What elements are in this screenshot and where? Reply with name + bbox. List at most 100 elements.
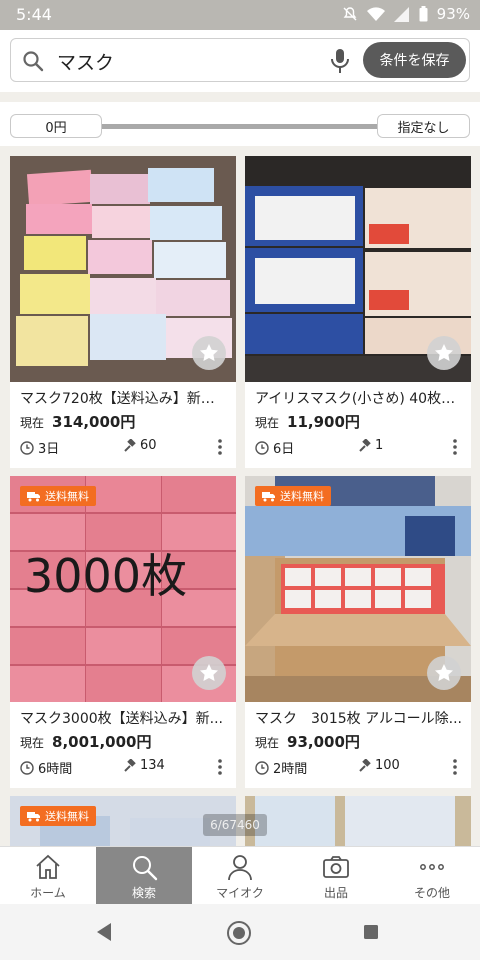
listing-card[interactable]: アイリスマスク(小さめ) 40枚二... 現在 11,900円 6日 1 [245,156,471,468]
listing-price: 現在 93,000円 [255,731,360,752]
bid-count: 134 [140,758,165,773]
save-conditions-button[interactable]: 条件を保存 [363,42,466,78]
truck-icon [27,811,40,821]
price-prefix: 現在 [255,736,280,750]
bid-count: 60 [140,438,157,453]
more-vertical-icon[interactable] [214,438,226,456]
nav-search[interactable]: 検索 [96,847,192,905]
image-counter: 6/67460 [203,814,267,836]
badge-label: 送料無料 [280,490,324,503]
gavel-icon [359,758,371,772]
listing-price: 現在 8,001,000円 [20,731,151,752]
bottom-nav: ホーム 検索 マイオク 出品 その他 [0,846,480,905]
badge-label: 送料無料 [45,810,89,823]
nav-label: その他 [413,886,450,900]
divider [0,92,480,102]
system-nav-bar [0,904,480,960]
microphone-icon[interactable] [329,48,351,74]
nav-label: 検索 [131,886,156,900]
star-icon [200,344,218,361]
time-left: 3日 [38,442,60,457]
more-vertical-icon[interactable] [449,758,461,776]
clock-icon [255,440,269,455]
time-left: 6時間 [38,762,73,777]
free-shipping-badge: 送料無料 [20,806,96,826]
battery-percent: 93% [436,5,470,23]
signal-icon [393,6,409,22]
listing-meta: 2時間 100 [255,758,461,777]
listing-card[interactable]: 3000枚 送料無料 マスク3000枚【送料込み】新... 現在 8,001,0… [10,476,236,788]
bid-count: 1 [375,438,384,453]
search-icon [23,51,44,72]
price-prefix: 現在 [255,416,280,430]
price-amount: 93,000円 [287,733,360,751]
watch-star-button[interactable] [427,336,461,370]
status-time: 5:44 [16,5,52,24]
listing-title[interactable]: マスク720枚【送料込み】新品... [20,388,228,408]
listing-meta: 3日 60 [20,438,226,457]
more-vertical-icon[interactable] [449,438,461,456]
more-dots-icon [420,864,444,870]
listing-title[interactable]: マスク 3015枚 アルコール除... [255,708,463,728]
nav-label: マイオク [216,886,264,900]
time-left: 6日 [273,442,295,457]
home-circle-icon[interactable] [226,920,252,946]
price-prefix: 現在 [20,736,45,750]
price-filter: 0円 指定なし [0,102,480,146]
wifi-icon [366,6,385,21]
search-query[interactable]: マスク [57,48,114,75]
listing-card[interactable]: マスク720枚【送料込み】新品... 現在 314,000円 3日 60 [10,156,236,468]
person-icon [228,855,252,881]
price-amount: 11,900円 [287,413,360,431]
clock-icon [20,760,34,775]
listing-card[interactable]: 送料無料 マスク 3015枚 アルコール除... 現在 93,000円 2時間 … [245,476,471,788]
listing-image[interactable] [245,796,471,846]
price-slider-track[interactable] [102,124,377,129]
free-shipping-badge: 送料無料 [20,486,96,506]
bid-count: 100 [375,758,400,773]
star-icon [200,664,218,681]
back-icon[interactable] [95,922,113,942]
listing-meta: 6時間 134 [20,758,226,777]
star-icon [435,664,453,681]
gavel-icon [124,438,136,452]
price-amount: 8,001,000円 [52,733,152,751]
nav-sell[interactable]: 出品 [288,847,384,905]
image-overlay-text: 3000枚 [24,549,187,603]
nav-more[interactable]: その他 [384,847,480,905]
status-bar: 5:44 93% [0,0,480,30]
watch-star-button[interactable] [192,336,226,370]
time-left: 2時間 [273,762,308,777]
gavel-icon [359,438,371,452]
nav-myauction[interactable]: マイオク [192,847,288,905]
camera-icon [323,856,349,878]
price-amount: 314,000円 [52,413,136,431]
recent-apps-icon[interactable] [363,924,379,940]
price-prefix: 現在 [20,416,45,430]
clock-icon [20,440,34,455]
nav-label: ホーム [30,886,66,900]
price-max-handle[interactable]: 指定なし [377,114,470,138]
free-shipping-badge: 送料無料 [255,486,331,506]
truck-icon [262,491,275,501]
battery-icon [419,6,428,22]
gavel-icon [124,758,136,772]
listing-title[interactable]: マスク3000枚【送料込み】新... [20,708,228,728]
listing-price: 現在 11,900円 [255,411,360,432]
search-header: マスク 条件を保存 [0,30,480,92]
price-min-handle[interactable]: 0円 [10,114,102,138]
watch-star-button[interactable] [192,656,226,690]
nav-label: 出品 [323,886,348,900]
search-input[interactable]: マスク 条件を保存 [10,38,470,82]
home-icon [36,854,60,879]
search-icon [133,856,158,881]
watch-star-button[interactable] [427,656,461,690]
star-icon [435,344,453,361]
listing-title[interactable]: アイリスマスク(小さめ) 40枚二... [255,388,463,408]
clock-icon [255,760,269,775]
listing-card[interactable] [245,796,471,846]
badge-label: 送料無料 [45,490,89,503]
more-vertical-icon[interactable] [214,758,226,776]
truck-icon [27,491,40,501]
nav-home[interactable]: ホーム [0,847,96,905]
